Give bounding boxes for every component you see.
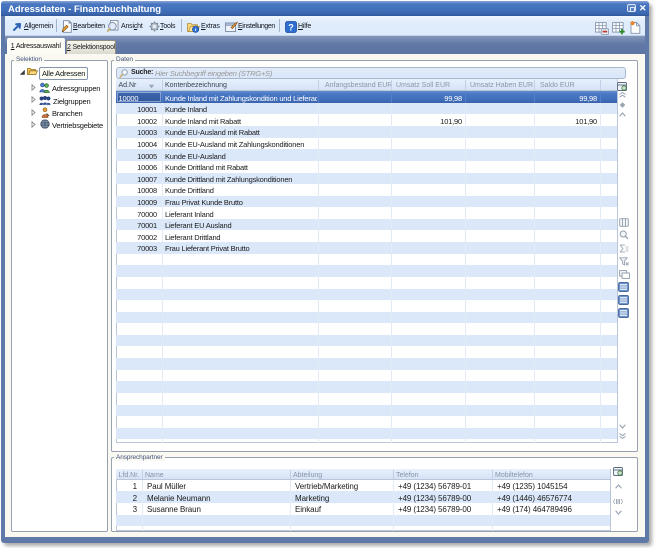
svg-text:?: ? bbox=[288, 22, 294, 32]
